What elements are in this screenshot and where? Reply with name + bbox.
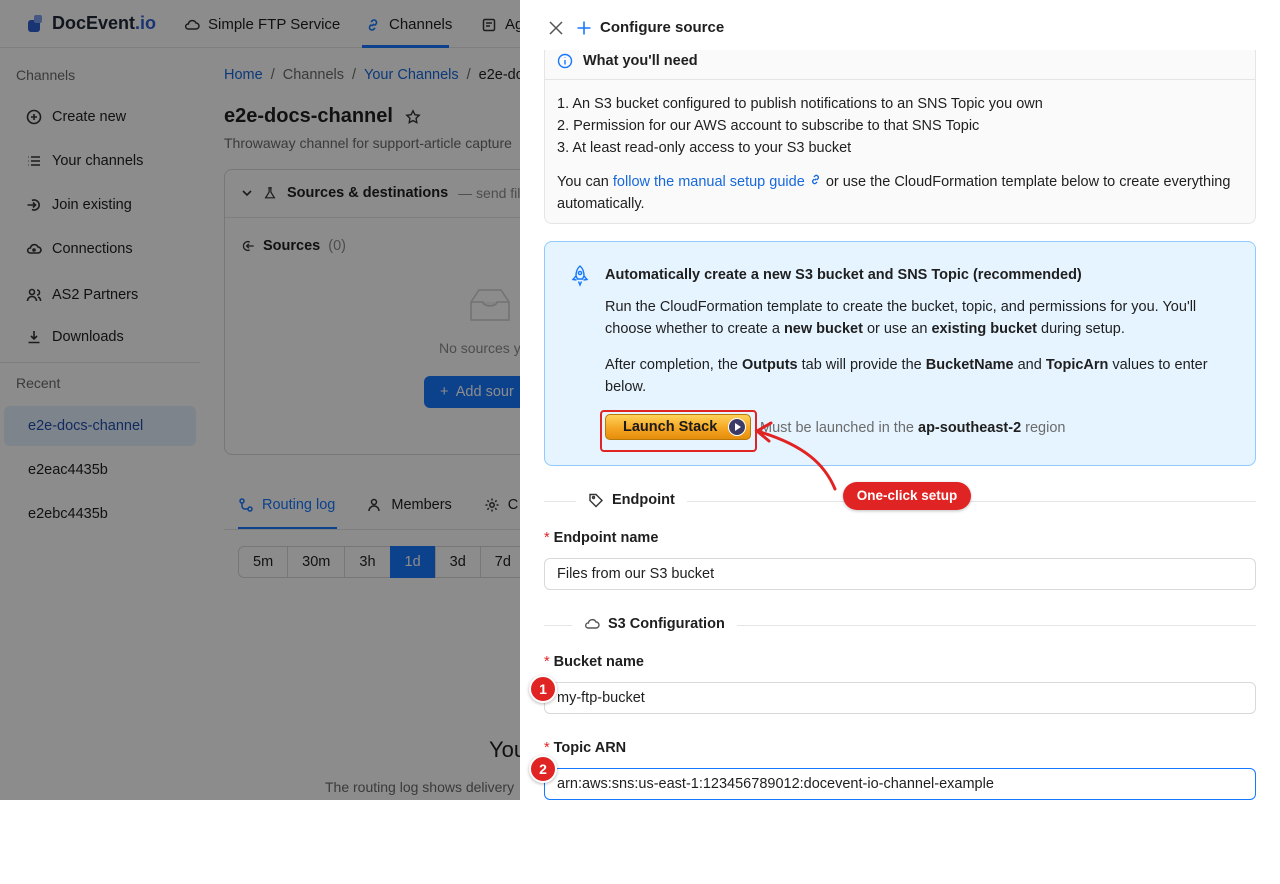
section-label: Endpoint	[612, 492, 675, 508]
requirements-panel: What you'll need An S3 bucket configured…	[544, 26, 1256, 224]
desc-emphasis: existing bucket	[931, 321, 1037, 337]
modal-backdrop[interactable]	[0, 0, 520, 800]
bucket-name-label: * Bucket name	[544, 654, 644, 670]
field-label: Bucket name	[553, 654, 644, 670]
desc-text: After completion, the	[605, 357, 743, 373]
manual-setup-link-label: follow the manual setup guide	[612, 174, 805, 190]
drawer-title: Configure source	[576, 19, 724, 36]
step-badge-2: 2	[529, 755, 557, 783]
desc-emphasis: new bucket	[783, 321, 863, 337]
auto-setup-panel: Automatically create a new S3 bucket and…	[544, 241, 1256, 466]
s3-section-title: S3 Configuration	[572, 616, 737, 632]
requirements-title: What you'll need	[583, 53, 698, 69]
app-window: DocEvent.io Simple FTP Service Channels …	[0, 0, 1280, 800]
region-note-text: region	[1021, 420, 1066, 436]
endpoint-section-title: Endpoint	[576, 492, 687, 508]
desc-emphasis: BucketName	[925, 357, 1014, 373]
desc-emphasis: TopicArn	[1045, 357, 1109, 373]
plus-icon	[577, 21, 591, 34]
requirements-divider	[545, 79, 1255, 80]
field-label: Endpoint name	[553, 530, 659, 546]
requirement-item: Permission for our AWS account to subscr…	[557, 115, 1043, 137]
required-marker: *	[544, 740, 550, 756]
launch-stack-button[interactable]: Launch Stack	[605, 414, 751, 440]
section-label: S3 Configuration	[608, 616, 725, 632]
manual-setup-link[interactable]: follow the manual setup guide	[613, 174, 822, 190]
close-icon[interactable]	[549, 21, 563, 35]
desc-text: during setup.	[1037, 321, 1125, 337]
external-link-icon	[811, 174, 819, 185]
auto-setup-title: Automatically create a new S3 bucket and…	[605, 267, 1082, 283]
requirements-list: An S3 bucket configured to publish notif…	[557, 93, 1043, 159]
callout-arrow-icon	[754, 421, 837, 491]
note-text: You can	[557, 174, 613, 190]
auto-setup-outputs-note: After completion, the Outputs tab will p…	[605, 354, 1225, 398]
info-icon	[557, 53, 573, 69]
requirement-item: An S3 bucket configured to publish notif…	[557, 93, 1042, 115]
one-click-callout: One-click setup	[843, 482, 971, 510]
configure-source-drawer: What you'll need An S3 bucket configured…	[520, 0, 1280, 800]
endpoint-name-input[interactable]	[544, 558, 1256, 590]
topic-arn-input[interactable]	[544, 768, 1256, 800]
bucket-name-input[interactable]	[544, 682, 1256, 714]
rocket-icon	[571, 265, 589, 287]
field-label: Topic ARN	[553, 740, 627, 756]
topic-arn-label: * Topic ARN	[544, 740, 626, 756]
drawer-title-text: Configure source	[600, 19, 725, 36]
drawer-header: Configure source	[520, 0, 1280, 50]
desc-text: and	[1013, 357, 1046, 373]
requirements-note: You can follow the manual setup guide or…	[557, 171, 1247, 215]
required-marker: *	[544, 654, 550, 670]
endpoint-name-label: * Endpoint name	[544, 530, 658, 546]
region-name: ap-southeast-2	[918, 420, 1022, 436]
step-badge-1: 1	[529, 675, 557, 703]
desc-text: tab will provide the	[797, 357, 926, 373]
launch-stack-label: Launch Stack	[623, 419, 718, 435]
requirement-item: At least read-only access to your S3 buc…	[557, 137, 1043, 159]
desc-text: or use an	[862, 321, 932, 337]
requirements-heading: What you'll need	[557, 53, 698, 69]
tag-icon	[589, 493, 603, 508]
play-icon	[728, 418, 746, 436]
desc-emphasis: Outputs	[742, 357, 798, 373]
auto-setup-description: Run the CloudFormation template to creat…	[605, 296, 1225, 340]
required-marker: *	[544, 530, 550, 546]
cloud-icon	[585, 618, 600, 629]
